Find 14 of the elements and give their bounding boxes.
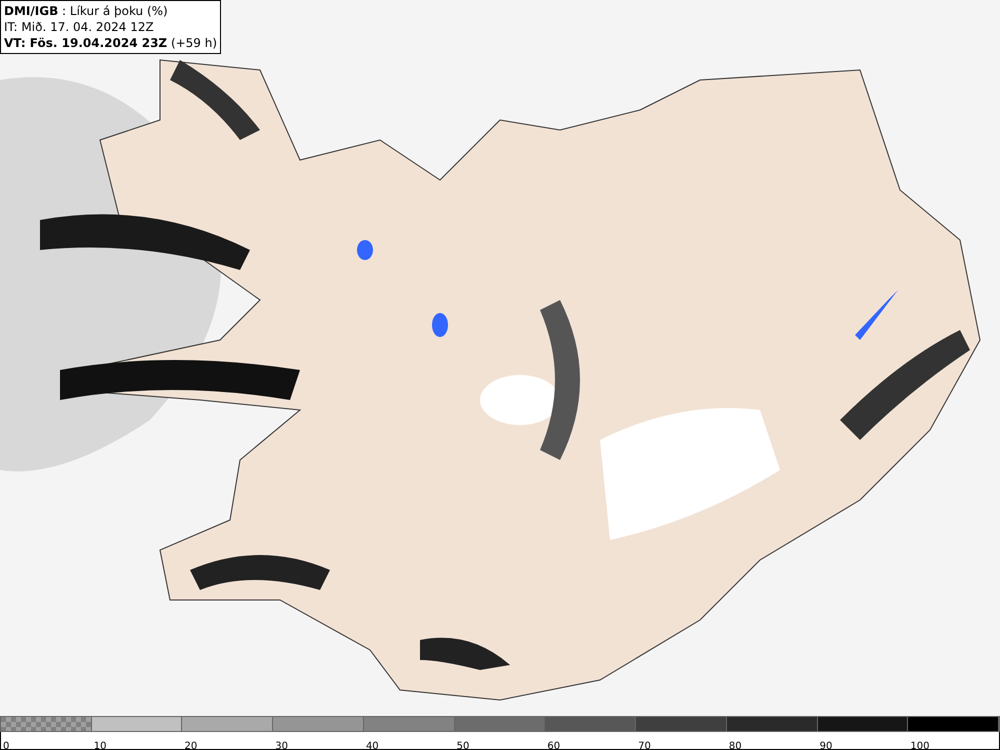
legend-label: 50 [456,741,470,750]
legend-label: 30 [274,741,288,750]
legend-label: 10 [92,741,106,750]
legend-label: 80 [728,741,742,750]
map-title: DMI/IGB : Líkur á þoku (%) [4,3,169,19]
legend-label: 20 [183,741,198,750]
legend-label: 60 [546,741,560,750]
time-label: VT: Fös. 19.04.2024 23Z (+59 h) [4,35,218,51]
legend-label: 90 [818,741,832,750]
legend-label: 70 [637,741,651,750]
legend-label: 100 [909,741,930,750]
legend-label: 40 [364,741,379,750]
legend-label: 0 [2,741,10,750]
time-label: IT: Mið. 17. 04. 2024 12Z [4,19,155,35]
